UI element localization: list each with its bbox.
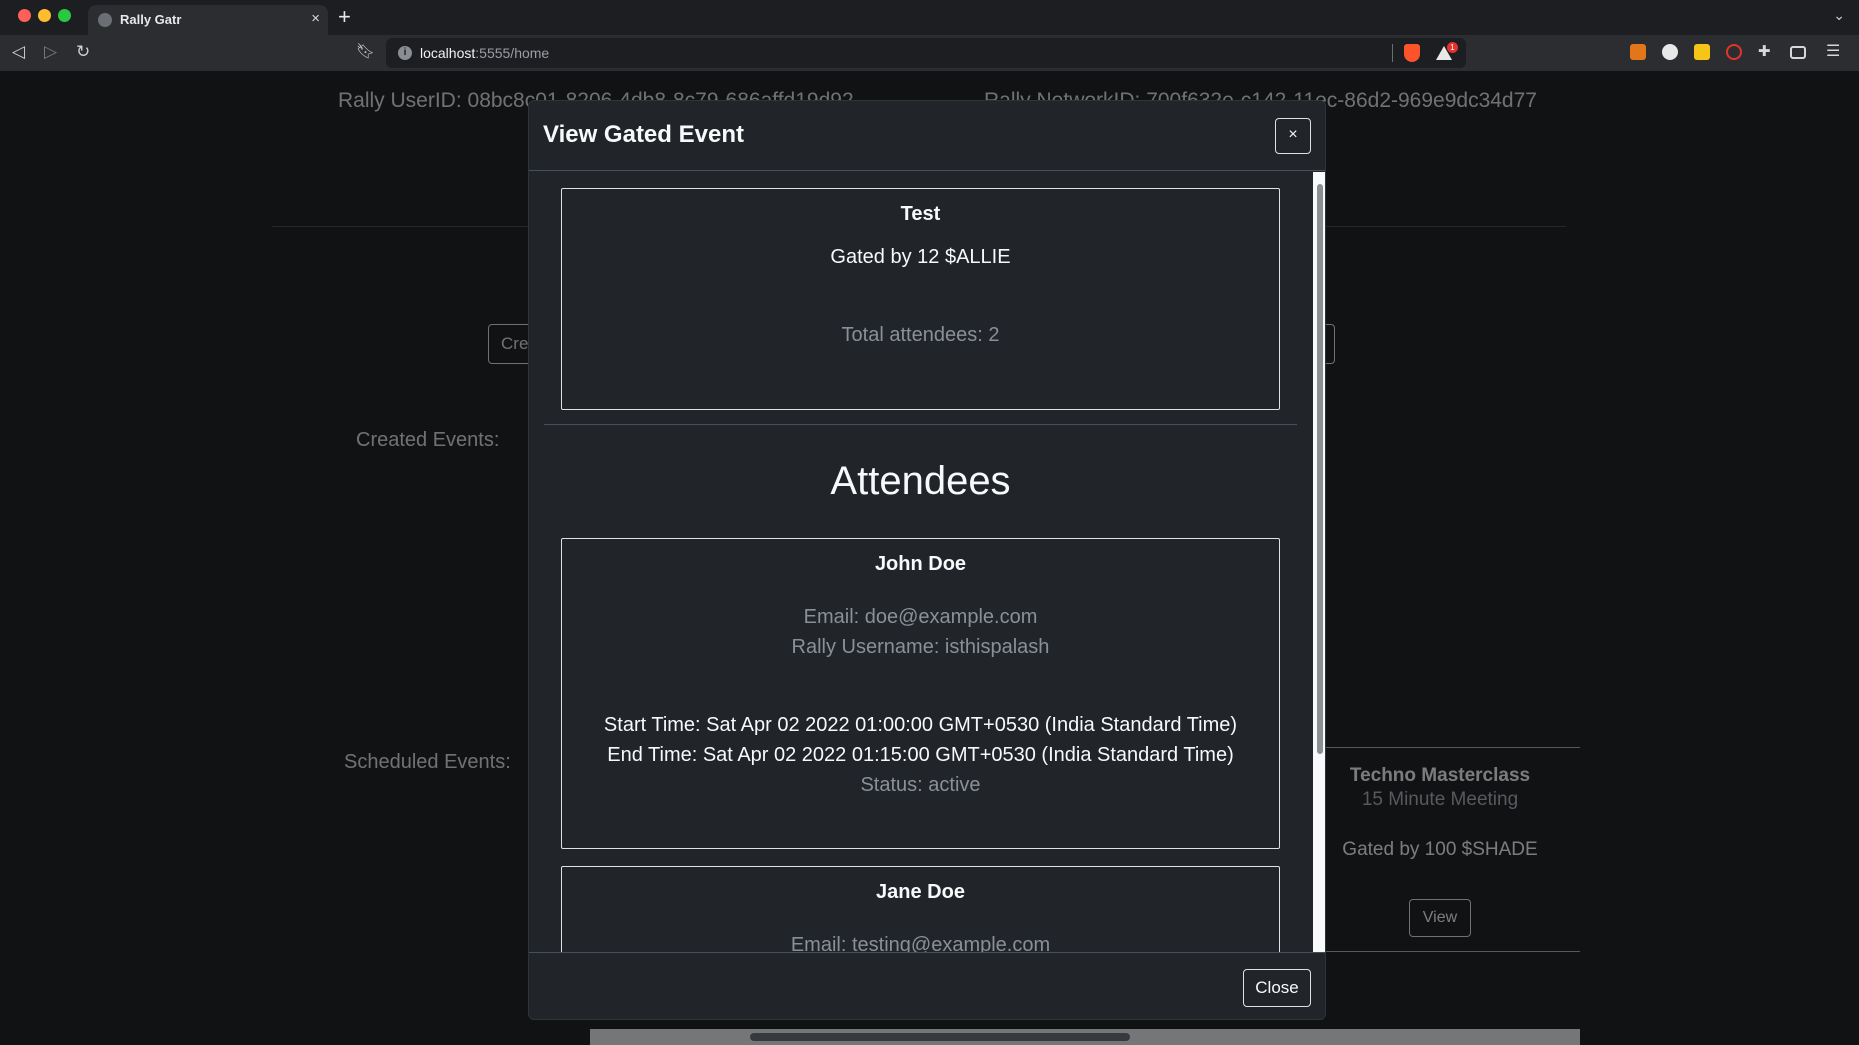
modal-footer: Close (529, 952, 1325, 1019)
extension-icon[interactable] (1694, 44, 1710, 60)
url-text[interactable]: localhost:5555/home (420, 45, 549, 61)
attendee-name: Jane Doe (876, 881, 965, 903)
extensions-puzzle-icon[interactable]: ✚ (1758, 42, 1771, 60)
bookmark-icon[interactable]: 🔖︎ (356, 42, 375, 60)
scrollbar-thumb[interactable] (1317, 184, 1323, 754)
info-icon[interactable]: i (398, 46, 412, 60)
attendee-end-time: End Time: Sat Apr 02 2022 01:15:00 GMT+0… (607, 744, 1234, 766)
attendee-email: Email: doe@example.com (803, 606, 1038, 628)
attendee-card: John Doe Email: doe@example.com Rally Us… (561, 538, 1280, 849)
forward-button[interactable]: ▷ (44, 41, 57, 63)
globe-icon (98, 13, 112, 27)
modal-body: Test Gated by 12 $ALLIE Total attendees:… (529, 172, 1325, 952)
reload-button[interactable]: ↻ (76, 41, 90, 63)
extension-icon[interactable] (1726, 44, 1742, 60)
total-attendees-text: Total attendees: 2 (841, 324, 1000, 346)
event-card: Test Gated by 12 $ALLIE Total attendees:… (561, 188, 1280, 410)
browser-toolbar: ◁ ▷ ↻ 🔖︎ i localhost:5555/home 1 ✚ ☰ (0, 35, 1859, 71)
browser-tab-bar: Rally Gatr × + ⌄ (0, 0, 1859, 35)
notification-badge: 1 (1447, 42, 1458, 53)
event-gate-text: Gated by 12 $ALLIE (830, 246, 1011, 268)
address-bar[interactable]: i localhost:5555/home 1 (386, 38, 1466, 68)
tab-close-icon[interactable]: × (311, 10, 320, 27)
attendee-username: Rally Username: isthispalash (791, 636, 1050, 658)
close-icon[interactable]: × (1275, 118, 1311, 154)
wallet-icon[interactable] (1790, 46, 1806, 59)
attendee-card: Jane Doe Email: testing@example.com (561, 866, 1280, 952)
attendee-status: Status: active (860, 774, 981, 796)
modal-header: View Gated Event × (529, 101, 1325, 171)
window-maximize-button[interactable] (58, 9, 71, 22)
close-button[interactable]: Close (1243, 969, 1311, 1007)
divider (544, 424, 1297, 425)
menu-icon[interactable]: ☰ (1826, 41, 1840, 61)
browser-tab[interactable]: Rally Gatr × (88, 5, 328, 35)
attendee-start-time: Start Time: Sat Apr 02 2022 01:00:00 GMT… (603, 714, 1238, 736)
brave-rewards-icon[interactable]: 1 (1436, 42, 1458, 60)
brave-shields-icon[interactable] (1404, 44, 1420, 62)
window-close-button[interactable] (18, 9, 31, 22)
divider (1392, 44, 1393, 62)
metamask-extension-icon[interactable] (1630, 44, 1646, 60)
tab-title: Rally Gatr (120, 12, 182, 27)
attendee-email: Email: testing@example.com (790, 934, 1051, 952)
window-minimize-button[interactable] (38, 9, 51, 22)
vertical-scrollbar[interactable] (1313, 172, 1325, 952)
extension-icon[interactable] (1662, 44, 1678, 60)
event-name: Test (900, 203, 941, 225)
modal-title: View Gated Event (543, 121, 744, 148)
attendees-heading: Attendees (830, 459, 1011, 503)
attendee-name: John Doe (874, 553, 967, 575)
chevron-down-icon[interactable]: ⌄ (1833, 7, 1845, 24)
back-button[interactable]: ◁ (12, 41, 25, 63)
view-gated-event-modal: View Gated Event × Test Gated by 12 $ALL… (528, 100, 1326, 1020)
new-tab-button[interactable]: + (338, 4, 351, 30)
